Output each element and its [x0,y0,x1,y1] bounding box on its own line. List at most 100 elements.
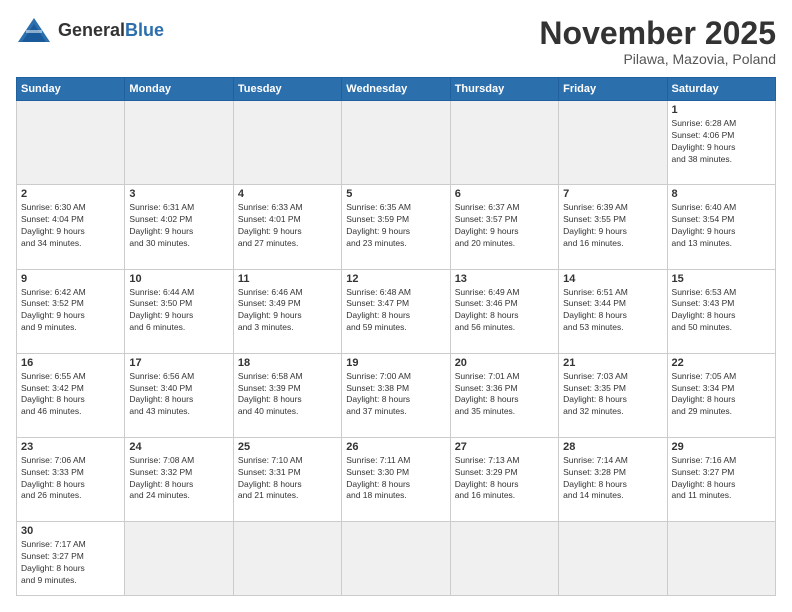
calendar-cell: 5 Sunrise: 6:35 AM Sunset: 3:59 PM Daylig… [342,185,450,269]
day-info: Sunrise: 6:40 AM Sunset: 3:54 PM Dayligh… [672,202,771,250]
day-number: 16 [21,357,120,369]
calendar-cell: 2 Sunrise: 6:30 AM Sunset: 4:04 PM Daylig… [17,185,125,269]
day-number: 29 [672,441,771,453]
day-info: Sunrise: 7:13 AM Sunset: 3:29 PM Dayligh… [455,455,554,503]
calendar-week-row: 16 Sunrise: 6:55 AM Sunset: 3:42 PM Dayli… [17,353,776,437]
calendar-cell [342,101,450,185]
day-info: Sunrise: 6:30 AM Sunset: 4:04 PM Dayligh… [21,202,120,250]
day-info: Sunrise: 6:39 AM Sunset: 3:55 PM Dayligh… [563,202,662,250]
day-number: 13 [455,273,554,285]
calendar-cell: 4Sunrise: 6:33 AM Sunset: 4:01 PM Daylig… [233,185,341,269]
logo-text: GeneralBlue [58,20,164,41]
logo-icon [16,16,52,44]
day-number: 8 [672,188,771,200]
calendar-cell: 30Sunrise: 7:17 AM Sunset: 3:27 PM Dayli… [17,521,125,595]
day-number: 21 [563,357,662,369]
day-number: 9 [21,273,120,285]
calendar-cell [559,521,667,595]
day-info: Sunrise: 6:28 AM Sunset: 4:06 PM Dayligh… [672,118,771,166]
calendar-week-row: 9 Sunrise: 6:42 AM Sunset: 3:52 PM Daylig… [17,269,776,353]
calendar-week-row: 23Sunrise: 7:06 AM Sunset: 3:33 PM Dayli… [17,437,776,521]
day-info: Sunrise: 7:01 AM Sunset: 3:36 PM Dayligh… [455,371,554,419]
calendar-cell: 9 Sunrise: 6:42 AM Sunset: 3:52 PM Daylig… [17,269,125,353]
calendar-cell: 15 Sunrise: 6:53 AM Sunset: 3:43 PM Dayli… [667,269,775,353]
day-info: Sunrise: 6:46 AM Sunset: 3:49 PM Dayligh… [238,287,337,335]
day-info: Sunrise: 6:35 AM Sunset: 3:59 PM Dayligh… [346,202,445,250]
calendar-header-row: Sunday Monday Tuesday Wednesday Thursday… [17,78,776,101]
col-friday: Friday [559,78,667,101]
calendar-cell: 23Sunrise: 7:06 AM Sunset: 3:33 PM Dayli… [17,437,125,521]
day-number: 27 [455,441,554,453]
day-info: Sunrise: 7:16 AM Sunset: 3:27 PM Dayligh… [672,455,771,503]
calendar-cell [450,521,558,595]
col-thursday: Thursday [450,78,558,101]
calendar-cell [559,101,667,185]
day-number: 5 [346,188,445,200]
day-number: 22 [672,357,771,369]
day-info: Sunrise: 6:56 AM Sunset: 3:40 PM Dayligh… [129,371,228,419]
day-number: 6 [455,188,554,200]
day-number: 24 [129,441,228,453]
calendar-cell: 24Sunrise: 7:08 AM Sunset: 3:32 PM Dayli… [125,437,233,521]
day-number: 17 [129,357,228,369]
day-info: Sunrise: 6:37 AM Sunset: 3:57 PM Dayligh… [455,202,554,250]
day-number: 2 [21,188,120,200]
day-info: Sunrise: 7:06 AM Sunset: 3:33 PM Dayligh… [21,455,120,503]
day-info: Sunrise: 6:51 AM Sunset: 3:44 PM Dayligh… [563,287,662,335]
calendar-cell: 22 Sunrise: 7:05 AM Sunset: 3:34 PM Dayli… [667,353,775,437]
calendar-cell: 26 Sunrise: 7:11 AM Sunset: 3:30 PM Dayli… [342,437,450,521]
day-info: Sunrise: 6:55 AM Sunset: 3:42 PM Dayligh… [21,371,120,419]
col-monday: Monday [125,78,233,101]
day-info: Sunrise: 7:00 AM Sunset: 3:38 PM Dayligh… [346,371,445,419]
day-number: 11 [238,273,337,285]
col-wednesday: Wednesday [342,78,450,101]
calendar-cell: 21 Sunrise: 7:03 AM Sunset: 3:35 PM Dayli… [559,353,667,437]
day-number: 28 [563,441,662,453]
calendar-cell: 27 Sunrise: 7:13 AM Sunset: 3:29 PM Dayli… [450,437,558,521]
day-info: Sunrise: 6:31 AM Sunset: 4:02 PM Dayligh… [129,202,228,250]
calendar-cell: 12Sunrise: 6:48 AM Sunset: 3:47 PM Dayli… [342,269,450,353]
calendar-cell: 20 Sunrise: 7:01 AM Sunset: 3:36 PM Dayli… [450,353,558,437]
day-info: Sunrise: 7:03 AM Sunset: 3:35 PM Dayligh… [563,371,662,419]
calendar-cell: 3 Sunrise: 6:31 AM Sunset: 4:02 PM Daylig… [125,185,233,269]
day-info: Sunrise: 7:05 AM Sunset: 3:34 PM Dayligh… [672,371,771,419]
calendar-cell: 16 Sunrise: 6:55 AM Sunset: 3:42 PM Dayli… [17,353,125,437]
day-number: 26 [346,441,445,453]
calendar-cell: 1 Sunrise: 6:28 AM Sunset: 4:06 PM Daylig… [667,101,775,185]
day-number: 15 [672,273,771,285]
calendar-table: Sunday Monday Tuesday Wednesday Thursday… [16,77,776,596]
calendar-cell: 28 Sunrise: 7:14 AM Sunset: 3:28 PM Dayli… [559,437,667,521]
calendar-cell: 8 Sunrise: 6:40 AM Sunset: 3:54 PM Daylig… [667,185,775,269]
calendar-cell: 13Sunrise: 6:49 AM Sunset: 3:46 PM Dayli… [450,269,558,353]
day-number: 30 [21,525,120,537]
header: GeneralBlue November 2025 Pilawa, Mazovi… [16,16,776,67]
day-number: 4 [238,188,337,200]
col-saturday: Saturday [667,78,775,101]
day-number: 20 [455,357,554,369]
day-info: Sunrise: 7:11 AM Sunset: 3:30 PM Dayligh… [346,455,445,503]
calendar-cell: 6 Sunrise: 6:37 AM Sunset: 3:57 PM Daylig… [450,185,558,269]
calendar-cell: 19Sunrise: 7:00 AM Sunset: 3:38 PM Dayli… [342,353,450,437]
day-number: 14 [563,273,662,285]
calendar-cell [667,521,775,595]
day-number: 1 [672,104,771,116]
day-number: 3 [129,188,228,200]
day-info: Sunrise: 6:58 AM Sunset: 3:39 PM Dayligh… [238,371,337,419]
calendar-cell: 14 Sunrise: 6:51 AM Sunset: 3:44 PM Dayli… [559,269,667,353]
day-info: Sunrise: 6:42 AM Sunset: 3:52 PM Dayligh… [21,287,120,335]
col-tuesday: Tuesday [233,78,341,101]
calendar-week-row: 1 Sunrise: 6:28 AM Sunset: 4:06 PM Daylig… [17,101,776,185]
calendar-cell [125,521,233,595]
day-info: Sunrise: 6:48 AM Sunset: 3:47 PM Dayligh… [346,287,445,335]
calendar-cell [17,101,125,185]
calendar-cell: 25Sunrise: 7:10 AM Sunset: 3:31 PM Dayli… [233,437,341,521]
calendar-cell: 10Sunrise: 6:44 AM Sunset: 3:50 PM Dayli… [125,269,233,353]
calendar-week-row: 2 Sunrise: 6:30 AM Sunset: 4:04 PM Daylig… [17,185,776,269]
calendar-cell [233,521,341,595]
calendar-week-row: 30Sunrise: 7:17 AM Sunset: 3:27 PM Dayli… [17,521,776,595]
month-title: November 2025 [539,16,776,51]
calendar-cell [342,521,450,595]
day-info: Sunrise: 7:14 AM Sunset: 3:28 PM Dayligh… [563,455,662,503]
location-subtitle: Pilawa, Mazovia, Poland [539,51,776,67]
day-info: Sunrise: 6:53 AM Sunset: 3:43 PM Dayligh… [672,287,771,335]
